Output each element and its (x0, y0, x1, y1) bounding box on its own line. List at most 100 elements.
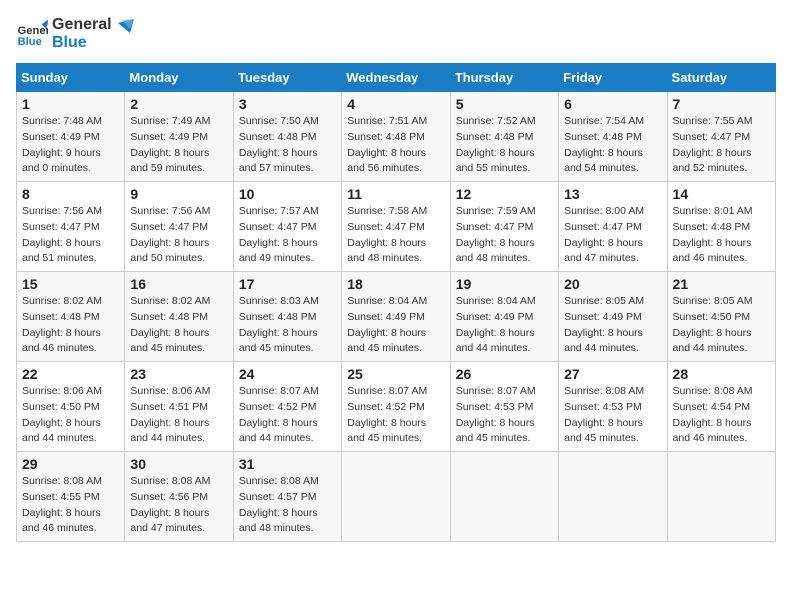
day-detail: Sunrise: 7:50 AM Sunset: 4:48 PM Dayligh… (239, 114, 336, 177)
logo-arrow-icon (112, 19, 134, 41)
day-number: 6 (564, 96, 661, 112)
calendar-day-cell: 22 Sunrise: 8:06 AM Sunset: 4:50 PM Dayl… (17, 362, 125, 452)
calendar-day-cell: 4 Sunrise: 7:51 AM Sunset: 4:48 PM Dayli… (342, 92, 450, 182)
day-number: 9 (130, 186, 227, 202)
day-detail: Sunrise: 7:57 AM Sunset: 4:47 PM Dayligh… (239, 204, 336, 267)
day-number: 15 (22, 276, 119, 292)
day-detail: Sunrise: 7:54 AM Sunset: 4:48 PM Dayligh… (564, 114, 661, 177)
day-number: 2 (130, 96, 227, 112)
day-number: 20 (564, 276, 661, 292)
logo-icon: General Blue (16, 18, 48, 50)
day-of-week-header: Friday (559, 64, 667, 92)
day-detail: Sunrise: 7:55 AM Sunset: 4:47 PM Dayligh… (673, 114, 770, 177)
day-number: 31 (239, 456, 336, 472)
day-detail: Sunrise: 7:51 AM Sunset: 4:48 PM Dayligh… (347, 114, 444, 177)
day-number: 26 (456, 366, 553, 382)
day-detail: Sunrise: 8:07 AM Sunset: 4:52 PM Dayligh… (347, 384, 444, 447)
day-detail: Sunrise: 8:06 AM Sunset: 4:50 PM Dayligh… (22, 384, 119, 447)
calendar-day-cell: 27 Sunrise: 8:08 AM Sunset: 4:53 PM Dayl… (559, 362, 667, 452)
day-detail: Sunrise: 7:49 AM Sunset: 4:49 PM Dayligh… (130, 114, 227, 177)
day-number: 10 (239, 186, 336, 202)
calendar-day-cell (450, 452, 558, 542)
svg-text:Blue: Blue (18, 36, 42, 48)
day-number: 28 (673, 366, 770, 382)
day-detail: Sunrise: 8:07 AM Sunset: 4:52 PM Dayligh… (239, 384, 336, 447)
calendar-day-cell: 8 Sunrise: 7:56 AM Sunset: 4:47 PM Dayli… (17, 182, 125, 272)
calendar-day-cell: 26 Sunrise: 8:07 AM Sunset: 4:53 PM Dayl… (450, 362, 558, 452)
day-detail: Sunrise: 7:58 AM Sunset: 4:47 PM Dayligh… (347, 204, 444, 267)
svg-text:General: General (18, 25, 48, 37)
day-detail: Sunrise: 8:08 AM Sunset: 4:53 PM Dayligh… (564, 384, 661, 447)
calendar-day-cell: 1 Sunrise: 7:48 AM Sunset: 4:49 PM Dayli… (17, 92, 125, 182)
logo-text-general: General (52, 16, 112, 34)
day-detail: Sunrise: 8:03 AM Sunset: 4:48 PM Dayligh… (239, 294, 336, 357)
calendar-table: SundayMondayTuesdayWednesdayThursdayFrid… (16, 63, 776, 542)
day-number: 22 (22, 366, 119, 382)
day-of-week-header: Thursday (450, 64, 558, 92)
calendar-header-row: SundayMondayTuesdayWednesdayThursdayFrid… (17, 64, 776, 92)
logo: General Blue General Blue (16, 16, 134, 51)
day-detail: Sunrise: 8:00 AM Sunset: 4:47 PM Dayligh… (564, 204, 661, 267)
calendar-day-cell: 19 Sunrise: 8:04 AM Sunset: 4:49 PM Dayl… (450, 272, 558, 362)
calendar-day-cell: 16 Sunrise: 8:02 AM Sunset: 4:48 PM Dayl… (125, 272, 233, 362)
calendar-day-cell: 3 Sunrise: 7:50 AM Sunset: 4:48 PM Dayli… (233, 92, 341, 182)
day-number: 13 (564, 186, 661, 202)
day-number: 21 (673, 276, 770, 292)
day-detail: Sunrise: 8:06 AM Sunset: 4:51 PM Dayligh… (130, 384, 227, 447)
day-number: 16 (130, 276, 227, 292)
day-detail: Sunrise: 7:56 AM Sunset: 4:47 PM Dayligh… (22, 204, 119, 267)
day-detail: Sunrise: 8:08 AM Sunset: 4:56 PM Dayligh… (130, 474, 227, 537)
day-detail: Sunrise: 8:04 AM Sunset: 4:49 PM Dayligh… (456, 294, 553, 357)
logo-text-blue: Blue (52, 34, 112, 52)
day-detail: Sunrise: 8:02 AM Sunset: 4:48 PM Dayligh… (130, 294, 227, 357)
day-detail: Sunrise: 8:05 AM Sunset: 4:49 PM Dayligh… (564, 294, 661, 357)
day-detail: Sunrise: 7:56 AM Sunset: 4:47 PM Dayligh… (130, 204, 227, 267)
calendar-day-cell: 21 Sunrise: 8:05 AM Sunset: 4:50 PM Dayl… (667, 272, 775, 362)
day-number: 7 (673, 96, 770, 112)
day-detail: Sunrise: 8:02 AM Sunset: 4:48 PM Dayligh… (22, 294, 119, 357)
day-number: 4 (347, 96, 444, 112)
calendar-day-cell: 25 Sunrise: 8:07 AM Sunset: 4:52 PM Dayl… (342, 362, 450, 452)
day-number: 30 (130, 456, 227, 472)
calendar-day-cell: 13 Sunrise: 8:00 AM Sunset: 4:47 PM Dayl… (559, 182, 667, 272)
day-of-week-header: Wednesday (342, 64, 450, 92)
calendar-day-cell: 28 Sunrise: 8:08 AM Sunset: 4:54 PM Dayl… (667, 362, 775, 452)
day-detail: Sunrise: 8:08 AM Sunset: 4:55 PM Dayligh… (22, 474, 119, 537)
day-number: 19 (456, 276, 553, 292)
calendar-week-row: 8 Sunrise: 7:56 AM Sunset: 4:47 PM Dayli… (17, 182, 776, 272)
day-detail: Sunrise: 7:48 AM Sunset: 4:49 PM Dayligh… (22, 114, 119, 177)
day-detail: Sunrise: 8:08 AM Sunset: 4:57 PM Dayligh… (239, 474, 336, 537)
day-number: 25 (347, 366, 444, 382)
day-number: 24 (239, 366, 336, 382)
calendar-day-cell: 24 Sunrise: 8:07 AM Sunset: 4:52 PM Dayl… (233, 362, 341, 452)
calendar-week-row: 29 Sunrise: 8:08 AM Sunset: 4:55 PM Dayl… (17, 452, 776, 542)
day-detail: Sunrise: 8:01 AM Sunset: 4:48 PM Dayligh… (673, 204, 770, 267)
calendar-day-cell: 9 Sunrise: 7:56 AM Sunset: 4:47 PM Dayli… (125, 182, 233, 272)
calendar-day-cell: 30 Sunrise: 8:08 AM Sunset: 4:56 PM Dayl… (125, 452, 233, 542)
day-number: 27 (564, 366, 661, 382)
day-number: 18 (347, 276, 444, 292)
day-number: 12 (456, 186, 553, 202)
calendar-day-cell: 6 Sunrise: 7:54 AM Sunset: 4:48 PM Dayli… (559, 92, 667, 182)
day-of-week-header: Sunday (17, 64, 125, 92)
calendar-day-cell: 20 Sunrise: 8:05 AM Sunset: 4:49 PM Dayl… (559, 272, 667, 362)
day-number: 3 (239, 96, 336, 112)
calendar-day-cell (667, 452, 775, 542)
day-number: 5 (456, 96, 553, 112)
calendar-day-cell: 10 Sunrise: 7:57 AM Sunset: 4:47 PM Dayl… (233, 182, 341, 272)
calendar-day-cell: 14 Sunrise: 8:01 AM Sunset: 4:48 PM Dayl… (667, 182, 775, 272)
day-number: 14 (673, 186, 770, 202)
calendar-day-cell: 29 Sunrise: 8:08 AM Sunset: 4:55 PM Dayl… (17, 452, 125, 542)
calendar-day-cell (342, 452, 450, 542)
calendar-day-cell (559, 452, 667, 542)
calendar-week-row: 1 Sunrise: 7:48 AM Sunset: 4:49 PM Dayli… (17, 92, 776, 182)
day-number: 29 (22, 456, 119, 472)
calendar-day-cell: 17 Sunrise: 8:03 AM Sunset: 4:48 PM Dayl… (233, 272, 341, 362)
day-number: 23 (130, 366, 227, 382)
calendar-day-cell: 5 Sunrise: 7:52 AM Sunset: 4:48 PM Dayli… (450, 92, 558, 182)
day-of-week-header: Saturday (667, 64, 775, 92)
calendar-week-row: 22 Sunrise: 8:06 AM Sunset: 4:50 PM Dayl… (17, 362, 776, 452)
calendar-day-cell: 23 Sunrise: 8:06 AM Sunset: 4:51 PM Dayl… (125, 362, 233, 452)
calendar-day-cell: 31 Sunrise: 8:08 AM Sunset: 4:57 PM Dayl… (233, 452, 341, 542)
day-detail: Sunrise: 7:52 AM Sunset: 4:48 PM Dayligh… (456, 114, 553, 177)
